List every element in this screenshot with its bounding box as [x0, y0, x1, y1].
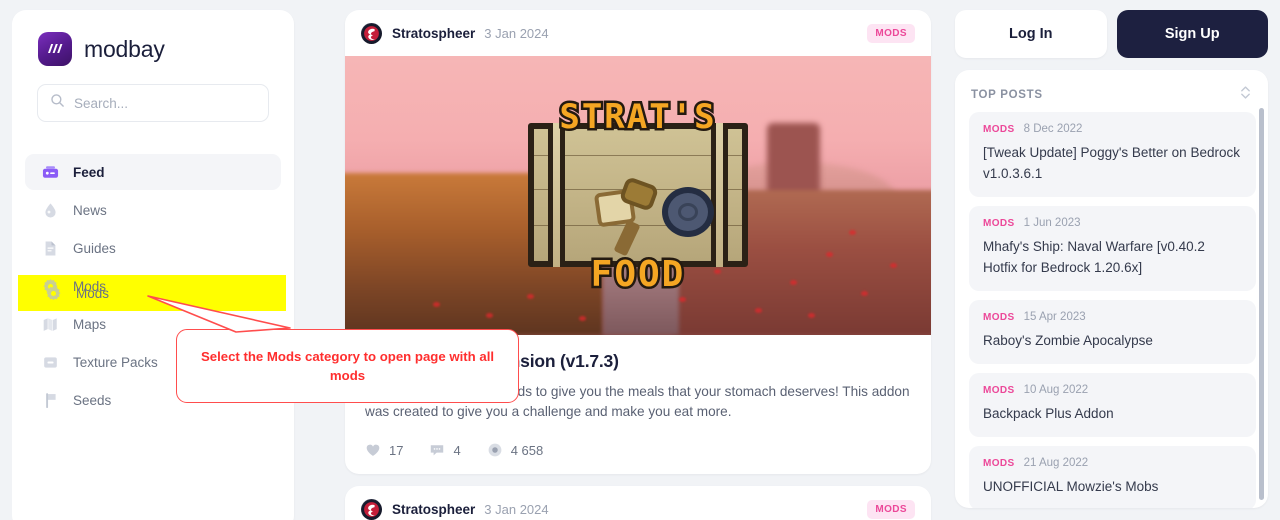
top-posts-list: MODS 8 Dec 2022 [Tweak Update] Poggy's B…: [969, 112, 1256, 508]
list-item[interactable]: MODS 15 Apr 2023 Raboy's Zombie Apocalyp…: [969, 300, 1256, 364]
list-item-meta: MODS 1 Jun 2023: [983, 217, 1242, 229]
seeds-leaf-icon: [41, 391, 59, 409]
top-posts-header: TOP POSTS: [969, 84, 1256, 112]
post-stats: 17 4 4 658: [365, 442, 911, 458]
sidebar-item-guides[interactable]: Guides: [25, 230, 281, 266]
avatar[interactable]: [361, 498, 382, 520]
list-item-meta: MODS 10 Aug 2022: [983, 384, 1242, 396]
comment-count: 4: [453, 442, 461, 458]
app-root: modbay Search... Feed News Guides Mods M…: [0, 0, 1280, 520]
feed-icon: [41, 163, 59, 181]
maps-icon: [41, 315, 59, 333]
annotation-arrow: [147, 295, 291, 333]
list-item-date: 1 Jun 2023: [1023, 217, 1081, 229]
brand[interactable]: modbay: [12, 10, 294, 66]
search-wrap: Search...: [12, 66, 294, 122]
list-item-title: UNOFFICIAL Mowzie's Mobs: [983, 479, 1159, 494]
page-left-gutter: [0, 0, 12, 520]
eye-icon: [488, 443, 502, 457]
mods-gear-icon: [44, 284, 62, 302]
avatar[interactable]: [361, 22, 382, 44]
list-item[interactable]: MODS 1 Jun 2023 Mhafy's Ship: Naval Warf…: [969, 206, 1256, 291]
auth-buttons: Log In Sign Up: [955, 10, 1268, 58]
top-posts-title: TOP POSTS: [971, 89, 1043, 101]
top-posts-scrollbar[interactable]: [1259, 108, 1264, 500]
post-category-badge[interactable]: MODS: [867, 499, 915, 519]
view-stat: 4 658: [487, 442, 544, 458]
status-badge: MODS: [983, 123, 1015, 135]
main-feed: Stratospheer 3 Jan 2024 MODS STRAT'S FOO…: [345, 10, 931, 520]
texture-packs-icon: [41, 353, 59, 371]
post-card[interactable]: Stratospheer 3 Jan 2024 MODS: [345, 486, 931, 520]
signup-button[interactable]: Sign Up: [1116, 10, 1268, 58]
status-badge: MODS: [983, 384, 1015, 396]
sidebar-item-label: Seeds: [73, 392, 112, 408]
sidebar-item-mods-overlay[interactable]: Mods: [44, 284, 109, 302]
hero-wordmark-top: STRAT'S: [557, 94, 717, 139]
sidebar-item-label: Mods: [76, 285, 110, 301]
like-count: 17: [389, 442, 404, 458]
comment-stat[interactable]: 4: [429, 442, 461, 458]
status-badge: MODS: [983, 457, 1015, 469]
list-item[interactable]: MODS 10 Aug 2022 Backpack Plus Addon: [969, 373, 1256, 437]
post-card[interactable]: Stratospheer 3 Jan 2024 MODS: [345, 10, 931, 474]
list-item-date: 21 Aug 2022: [1023, 457, 1089, 469]
post-date: 3 Jan 2024: [484, 501, 549, 517]
sidebar-item-label: Guides: [73, 240, 116, 256]
post-hero-image[interactable]: STRAT'S FOOD: [345, 56, 931, 335]
comment-icon: [431, 445, 444, 456]
list-item-title: Raboy's Zombie Apocalypse: [983, 333, 1153, 348]
list-item-date: 8 Dec 2022: [1023, 123, 1083, 135]
post-author[interactable]: Stratospheer: [392, 502, 475, 517]
sidebar-item-news[interactable]: News: [25, 192, 281, 228]
list-item[interactable]: MODS 8 Dec 2022 [Tweak Update] Poggy's B…: [969, 112, 1256, 197]
search-icon: [50, 93, 65, 113]
status-badge: MODS: [983, 217, 1015, 229]
list-item-date: 10 Aug 2022: [1023, 384, 1089, 396]
list-item[interactable]: MODS 21 Aug 2022 UNOFFICIAL Mowzie's Mob…: [969, 446, 1256, 508]
post-author[interactable]: Stratospheer: [392, 26, 475, 41]
sidebar-item-label: Feed: [73, 164, 105, 180]
hero-wordmark-bottom: FOOD: [588, 251, 686, 297]
post-category-badge[interactable]: MODS: [867, 23, 915, 43]
list-item-meta: MODS 21 Aug 2022: [983, 457, 1242, 469]
like-stat[interactable]: 17: [365, 442, 403, 458]
hero-mod-logo: STRAT'S FOOD: [524, 94, 752, 297]
right-rail: Log In Sign Up TOP POSTS MODS 8 Dec 2022: [955, 10, 1268, 508]
annotation-text: Select the Mods category to open page wi…: [200, 349, 495, 383]
modbay-logo-icon: [38, 32, 72, 66]
brand-name: modbay: [84, 35, 165, 62]
sidebar-item-feed[interactable]: Feed: [25, 154, 281, 190]
view-count: 4 658: [510, 442, 544, 458]
post-header: Stratospheer 3 Jan 2024 MODS: [345, 486, 931, 520]
list-item-title: Mhafy's Ship: Naval Warfare [v0.40.2 Hot…: [983, 239, 1205, 275]
search-input[interactable]: Search...: [37, 84, 269, 122]
login-button[interactable]: Log In: [955, 10, 1107, 58]
status-badge: MODS: [983, 311, 1015, 323]
left-sidebar: modbay Search... Feed News Guides Mods M…: [12, 10, 294, 520]
sidebar-item-label: Maps: [73, 316, 107, 332]
list-item-meta: MODS 8 Dec 2022: [983, 123, 1242, 135]
hero-pan: [662, 186, 714, 237]
hero-crate: [528, 122, 748, 267]
search-placeholder: Search...: [74, 95, 129, 111]
list-item-title: Backpack Plus Addon: [983, 406, 1114, 421]
news-drop-icon: [41, 201, 59, 219]
heart-icon: [366, 444, 380, 456]
post-header: Stratospheer 3 Jan 2024 MODS: [345, 10, 931, 56]
sort-chevrons-icon[interactable]: [1239, 84, 1252, 106]
post-date: 3 Jan 2024: [484, 25, 549, 41]
list-item-meta: MODS 15 Apr 2023: [983, 311, 1242, 323]
sidebar-item-label: News: [73, 202, 107, 218]
list-item-title: [Tweak Update] Poggy's Better on Bedrock…: [983, 145, 1240, 181]
guides-document-icon: [41, 239, 59, 257]
list-item-date: 15 Apr 2023: [1023, 311, 1086, 323]
sidebar-item-label: Texture Packs: [73, 354, 158, 370]
top-posts-panel: TOP POSTS MODS 8 Dec 2022 [Tweak Update]…: [955, 70, 1268, 508]
